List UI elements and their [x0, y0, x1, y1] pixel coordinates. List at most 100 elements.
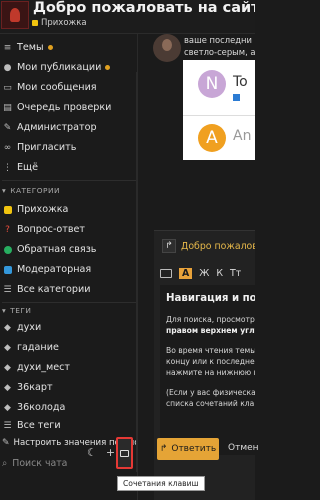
- sidebar-item-label: духи_мест: [17, 362, 71, 373]
- tag-icon: ◆: [4, 382, 11, 393]
- sidebar-item-my-messages[interactable]: ▭ Мои сообщения: [0, 78, 137, 97]
- chevron-down-icon: ▾: [2, 306, 7, 315]
- top-header: Добро пожаловать на сайт Ча Прихожка: [0, 0, 255, 34]
- tag-icon: ◆: [4, 402, 11, 413]
- shield-icon: [2, 264, 13, 275]
- unread-dot: [47, 45, 53, 50]
- tooltip: Сочетания клавиш: [117, 476, 205, 491]
- bold-button[interactable]: Ж: [199, 268, 209, 279]
- reply-topic-title[interactable]: Добро пожаловать: [181, 241, 255, 252]
- post-text-line: светло-серым, а: [184, 47, 255, 57]
- sidebar-item-invite[interactable]: ∞ Пригласить: [0, 138, 137, 157]
- moon-icon[interactable]: ☾: [87, 446, 97, 459]
- sidebar-item-label: Темы: [17, 42, 44, 53]
- category-square-icon: [233, 94, 240, 101]
- sidebar-item-topics[interactable]: ≡ Темы: [0, 38, 137, 57]
- sidebar-item-label: Модераторная: [17, 264, 92, 275]
- sidebar-item-label: Вопрос-ответ: [17, 224, 86, 235]
- sidebar-tag[interactable]: ◆ 36карт: [0, 378, 137, 397]
- editor-line: Во время чтения темы: [166, 346, 255, 355]
- post-text-line: ваше последни: [184, 35, 252, 45]
- tag-icon: ◆: [4, 342, 11, 353]
- editor-textarea[interactable]: Навигация и пои Для поиска, просмотр пра…: [160, 285, 255, 455]
- sidebar-tag[interactable]: ◆ духи: [0, 318, 137, 337]
- sidebar: ≡ Темы ● Мои публикации ▭ Мои сообщения …: [0, 34, 138, 500]
- sidebar-item-label: Администратор: [17, 122, 97, 133]
- inbox-icon: ▭: [3, 82, 12, 93]
- keyboard-shortcuts-button[interactable]: [116, 437, 133, 469]
- wrench-icon: ✎: [2, 437, 10, 448]
- sidebar-category-moderators[interactable]: Модераторная: [0, 260, 137, 279]
- topic-title[interactable]: Добро пожаловать на сайт Ча: [33, 0, 255, 16]
- tags-heading[interactable]: ▾ ТЕГИ: [2, 306, 31, 315]
- italic-button[interactable]: К: [216, 268, 223, 279]
- answer-button[interactable]: ↱ Ответить: [157, 438, 219, 460]
- sidebar-item-label: Все теги: [17, 420, 61, 431]
- chevron-down-icon: ▾: [2, 186, 7, 195]
- keyboard-icon[interactable]: [160, 268, 172, 278]
- avatar: N: [198, 70, 226, 98]
- sidebar-all-categories[interactable]: ☰ Все категории: [0, 280, 137, 299]
- queue-icon: ▤: [3, 102, 12, 113]
- sidebar-tag[interactable]: ◆ 36колода: [0, 398, 137, 417]
- reply-header: ↱ Добро пожаловать: [162, 239, 255, 253]
- wrench-icon: ✎: [3, 122, 12, 133]
- editor-line: Для поиска, просмотр: [166, 315, 255, 324]
- editor-line: правом верхнем углу: [166, 326, 255, 335]
- avatar-letter: A: [206, 128, 218, 148]
- user-icon: ●: [3, 62, 12, 73]
- sidebar-item-label: Мои сообщения: [17, 82, 97, 93]
- site-logo[interactable]: [1, 1, 29, 29]
- search-icon: ⌕: [2, 458, 8, 469]
- sidebar-item-label: Мои публикации: [17, 62, 102, 73]
- post-body: ваше последни светло-серым, а: [184, 34, 255, 58]
- editor-line: (Если у вас физическа: [166, 388, 255, 397]
- sidebar-item-admin[interactable]: ✎ Администратор: [0, 118, 137, 137]
- tag-icon: ◆: [4, 322, 11, 333]
- editor-line: нажмите на нижнюю п: [166, 368, 255, 377]
- sidebar-tag[interactable]: ◆ гадание: [0, 338, 137, 357]
- avatar-letter: N: [205, 74, 219, 94]
- card-text: To: [233, 74, 248, 90]
- sidebar-category-feedback[interactable]: Обратная связь: [0, 240, 137, 259]
- avatar: A: [198, 124, 226, 152]
- link-icon: ∞: [3, 142, 12, 153]
- sidebar-item-label: Ещё: [17, 162, 39, 173]
- sidebar-item-my-posts[interactable]: ● Мои публикации: [0, 58, 137, 77]
- main-content: ваше последни светло-серым, а N To A An …: [139, 34, 255, 500]
- sidebar-item-review-queue[interactable]: ▤ Очередь проверки: [0, 98, 137, 117]
- categories-heading-label: КАТЕГОРИИ: [10, 186, 61, 195]
- sidebar-item-label: 36карт: [17, 382, 53, 393]
- sidebar-scrollbar[interactable]: [136, 72, 137, 472]
- sidebar-item-label: Пригласить: [17, 142, 77, 153]
- unread-dot: [105, 65, 111, 70]
- chat-search-input[interactable]: ⌕ Поиск чата: [2, 458, 67, 469]
- sidebar-item-label: 36колода: [17, 402, 66, 413]
- categories-heading[interactable]: ▾ КАТЕГОРИИ: [2, 186, 60, 195]
- list-icon: ☰: [3, 284, 12, 295]
- category-square-icon: [32, 20, 38, 26]
- reply-icon: ↱: [159, 444, 168, 454]
- sidebar-item-label: духи: [17, 322, 42, 333]
- editor-line: концу или к последнем: [166, 357, 255, 366]
- sidebar-category-prihozhka[interactable]: Прихожка: [0, 200, 137, 219]
- editor-heading: Навигация и пои: [166, 293, 255, 304]
- reply-icon[interactable]: ↱: [162, 239, 176, 253]
- question-icon: ?: [5, 224, 10, 235]
- sidebar-category-qa[interactable]: ? Вопрос-ответ: [0, 220, 137, 239]
- keyboard-icon: [120, 449, 129, 457]
- plus-icon[interactable]: +: [106, 446, 115, 459]
- hand-icon: [2, 204, 13, 215]
- topic-category[interactable]: Прихожка: [32, 18, 87, 28]
- sidebar-item-more[interactable]: ⋮ Ещё: [0, 158, 137, 177]
- font-color-button[interactable]: A: [179, 267, 193, 279]
- cancel-button[interactable]: Отмен: [228, 443, 259, 453]
- sidebar-tag[interactable]: ◆ духи_мест: [0, 358, 137, 377]
- answer-button-label: Ответить: [171, 444, 217, 454]
- text-size-button[interactable]: Tт: [230, 268, 241, 279]
- post-image-card: N To A An: [183, 60, 255, 160]
- avatar[interactable]: [153, 34, 181, 62]
- more-icon: ⋮: [3, 162, 12, 173]
- layers-icon: ≡: [3, 42, 12, 53]
- editor-toolbar: A Ж К Tт: [160, 264, 255, 282]
